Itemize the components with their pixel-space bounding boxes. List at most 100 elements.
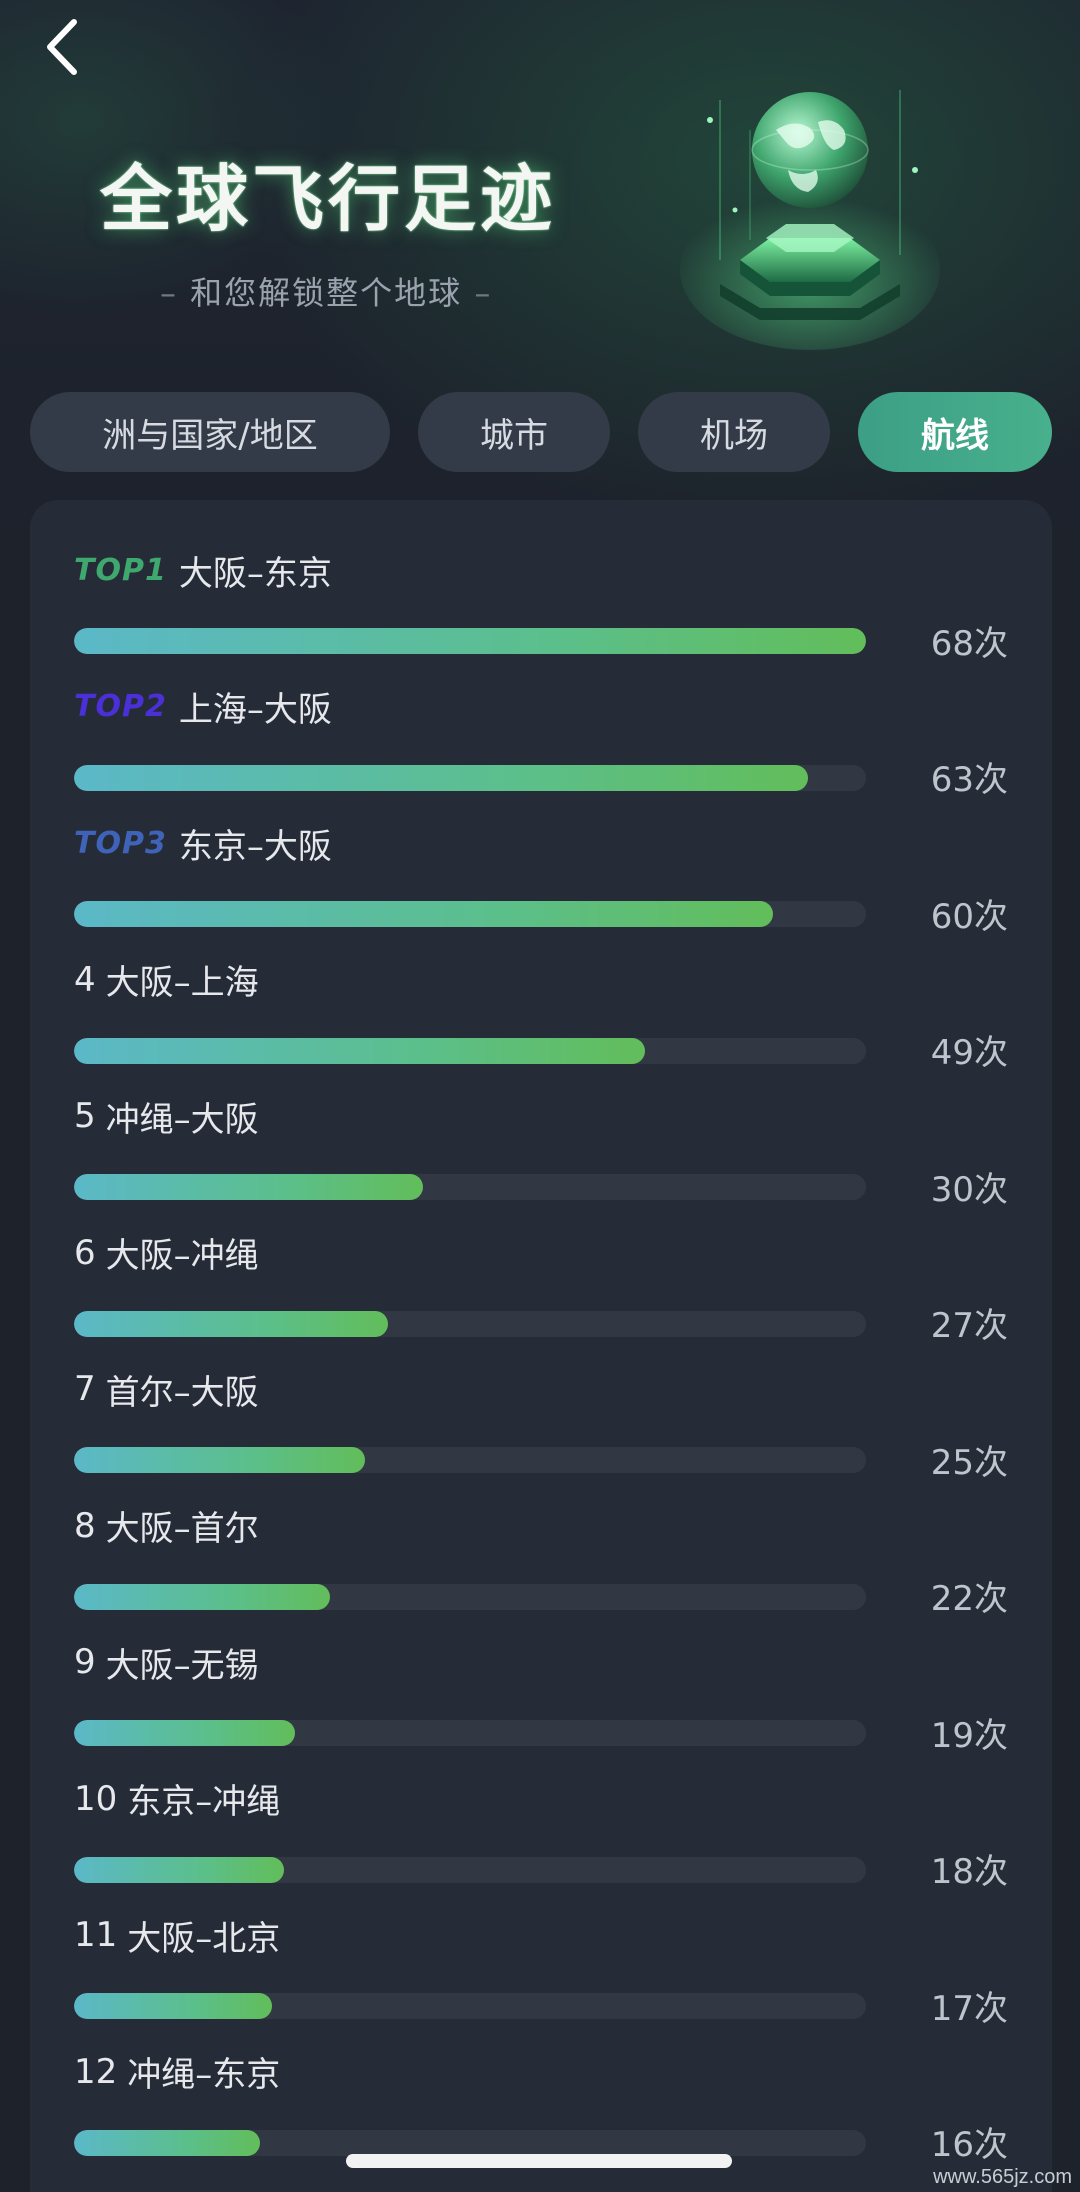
- progress-track: [74, 1447, 866, 1473]
- progress-fill: [74, 1583, 330, 1610]
- back-button[interactable]: [36, 14, 92, 80]
- progress-track: [74, 1856, 866, 1883]
- progress-fill: [74, 1993, 272, 2019]
- route-title: TOP1 大阪–东京: [74, 546, 332, 594]
- route-rank-item: 9 大阪–无锡 19次: [74, 1638, 1008, 1758]
- progress-track: [74, 1583, 866, 1610]
- route-ranking-card: TOP1 大阪–东京 68次 TOP2 上海–大阪 63次 TOP3 东京–大阪 60次 4 大阪–…: [30, 500, 1052, 2192]
- watermark: www.565jz.com: [933, 2166, 1072, 2188]
- rank-number: 7: [74, 1369, 96, 1409]
- route-name: 东京–冲绳: [127, 1782, 281, 1822]
- route-name: 东京–大阪: [178, 826, 332, 867]
- route-rank-item: 5 冲绳–大阪 30次: [74, 1092, 1008, 1212]
- flight-count: 68次: [930, 623, 1008, 664]
- rank-number: 8: [74, 1505, 96, 1546]
- route-rank-item: TOP2 上海–大阪 63次: [74, 683, 1008, 803]
- route-title: 4 大阪–上海: [74, 956, 259, 1004]
- route-name: 上海–大阪: [178, 690, 332, 730]
- progress-fill: [74, 1310, 388, 1337]
- progress-fill: [74, 1447, 365, 1473]
- progress-fill: [74, 764, 808, 791]
- route-title: 12 冲绳–东京: [74, 2048, 280, 2096]
- route-title: 5 冲绳–大阪: [74, 1092, 259, 1140]
- route-title: TOP2 上海–大阪: [74, 683, 332, 731]
- rank-number: 11: [74, 1915, 118, 1955]
- progress-track: [74, 2129, 866, 2156]
- progress-track: [74, 764, 866, 791]
- progress-track: [74, 1174, 866, 1200]
- subtitle-dash-right: –: [474, 274, 493, 312]
- route-title: 8 大阪–首尔: [74, 1502, 259, 1550]
- route-title: 11 大阪–北京: [74, 1911, 280, 1959]
- top-rank-badge: TOP1: [74, 552, 167, 588]
- progress-track: [74, 1310, 866, 1337]
- tab-routes[interactable]: 航线: [858, 392, 1052, 472]
- rank-number: 9: [74, 1642, 96, 1682]
- flight-count: 49次: [930, 1033, 1008, 1073]
- page-title: 全球飞行足迹: [100, 157, 557, 241]
- rank-number: 5: [74, 1096, 96, 1136]
- progress-track: [74, 1720, 866, 1746]
- route-rank-item: 4 大阪–上海 49次: [74, 956, 1008, 1076]
- subtitle-text: 和您解锁整个地球: [190, 274, 463, 312]
- route-title: 9 大阪–无锡: [74, 1638, 259, 1686]
- progress-track: [74, 901, 866, 927]
- subtitle-dash-left: –: [160, 274, 178, 312]
- route-rank-item: 11 大阪–北京 17次: [74, 1911, 1008, 2031]
- progress-fill: [74, 1174, 423, 1200]
- flight-count: 16次: [930, 2125, 1008, 2165]
- route-rank-item: 8 大阪–首尔 22次: [74, 1502, 1008, 1622]
- progress-fill: [74, 901, 773, 927]
- route-name: 大阪–首尔: [105, 1509, 259, 1549]
- route-rank-item: 7 首尔–大阪 25次: [74, 1365, 1008, 1485]
- progress-track: [74, 1993, 866, 2019]
- flight-footprint-page: 全球飞行足迹 – 和您解锁整个地球 – 洲与国家/地区 城市 机场 航线 TOP…: [0, 0, 1080, 2192]
- flight-count: 60次: [930, 896, 1008, 937]
- route-name: 大阪–东京: [178, 553, 332, 594]
- flight-count: 18次: [930, 1852, 1008, 1892]
- chevron-left-icon: [47, 19, 77, 75]
- route-name: 大阪–北京: [127, 1918, 281, 1959]
- progress-fill: [74, 1856, 284, 1883]
- home-indicator[interactable]: [346, 2154, 732, 2168]
- flight-count: 22次: [930, 1579, 1008, 1619]
- route-title: 7 首尔–大阪: [74, 1365, 259, 1413]
- globe-illustration: [680, 90, 940, 350]
- route-rank-item: TOP3 东京–大阪 60次: [74, 819, 1008, 939]
- route-title: 10 东京–冲绳: [74, 1775, 280, 1823]
- route-rank-item: 10 东京–冲绳 18次: [74, 1775, 1008, 1895]
- page-subtitle: – 和您解锁整个地球 –: [160, 268, 492, 314]
- tab-cities[interactable]: 城市: [418, 392, 610, 472]
- progress-fill: [74, 2129, 260, 2156]
- tab-airports[interactable]: 机场: [638, 392, 830, 472]
- route-rank-item: TOP1 大阪–东京 68次: [74, 546, 1008, 666]
- route-name: 大阪–无锡: [105, 1645, 259, 1686]
- route-name: 大阪–冲绳: [105, 1236, 259, 1276]
- progress-fill: [74, 1037, 645, 1064]
- route-name: 冲绳–大阪: [105, 1099, 259, 1140]
- route-rank-item: 12 冲绳–东京 16次: [74, 2048, 1008, 2168]
- tab-continents-countries[interactable]: 洲与国家/地区: [30, 392, 390, 472]
- progress-fill: [74, 628, 866, 654]
- route-rank-item: 6 大阪–冲绳 27次: [74, 1229, 1008, 1349]
- flight-count: 17次: [930, 1988, 1008, 2029]
- rank-number: 12: [74, 2051, 118, 2092]
- flight-count: 30次: [930, 1169, 1008, 1210]
- rank-number: 6: [74, 1232, 96, 1273]
- flight-count: 27次: [930, 1306, 1008, 1346]
- flight-count: 19次: [930, 1715, 1008, 1756]
- progress-track: [74, 628, 866, 654]
- flight-count: 63次: [930, 760, 1008, 800]
- progress-fill: [74, 1720, 295, 1746]
- rank-number: 4: [74, 959, 96, 1000]
- route-title: 6 大阪–冲绳: [74, 1229, 259, 1277]
- route-name: 冲绳–东京: [127, 2055, 281, 2095]
- category-tabs: 洲与国家/地区 城市 机场 航线: [30, 392, 1052, 472]
- route-name: 首尔–大阪: [105, 1372, 259, 1413]
- route-title: TOP3 东京–大阪: [74, 819, 332, 867]
- route-name: 大阪–上海: [105, 963, 259, 1003]
- flight-count: 25次: [930, 1442, 1008, 1483]
- progress-track: [74, 1037, 866, 1064]
- top-rank-badge: TOP2: [74, 689, 167, 724]
- rank-number: 10: [74, 1778, 118, 1819]
